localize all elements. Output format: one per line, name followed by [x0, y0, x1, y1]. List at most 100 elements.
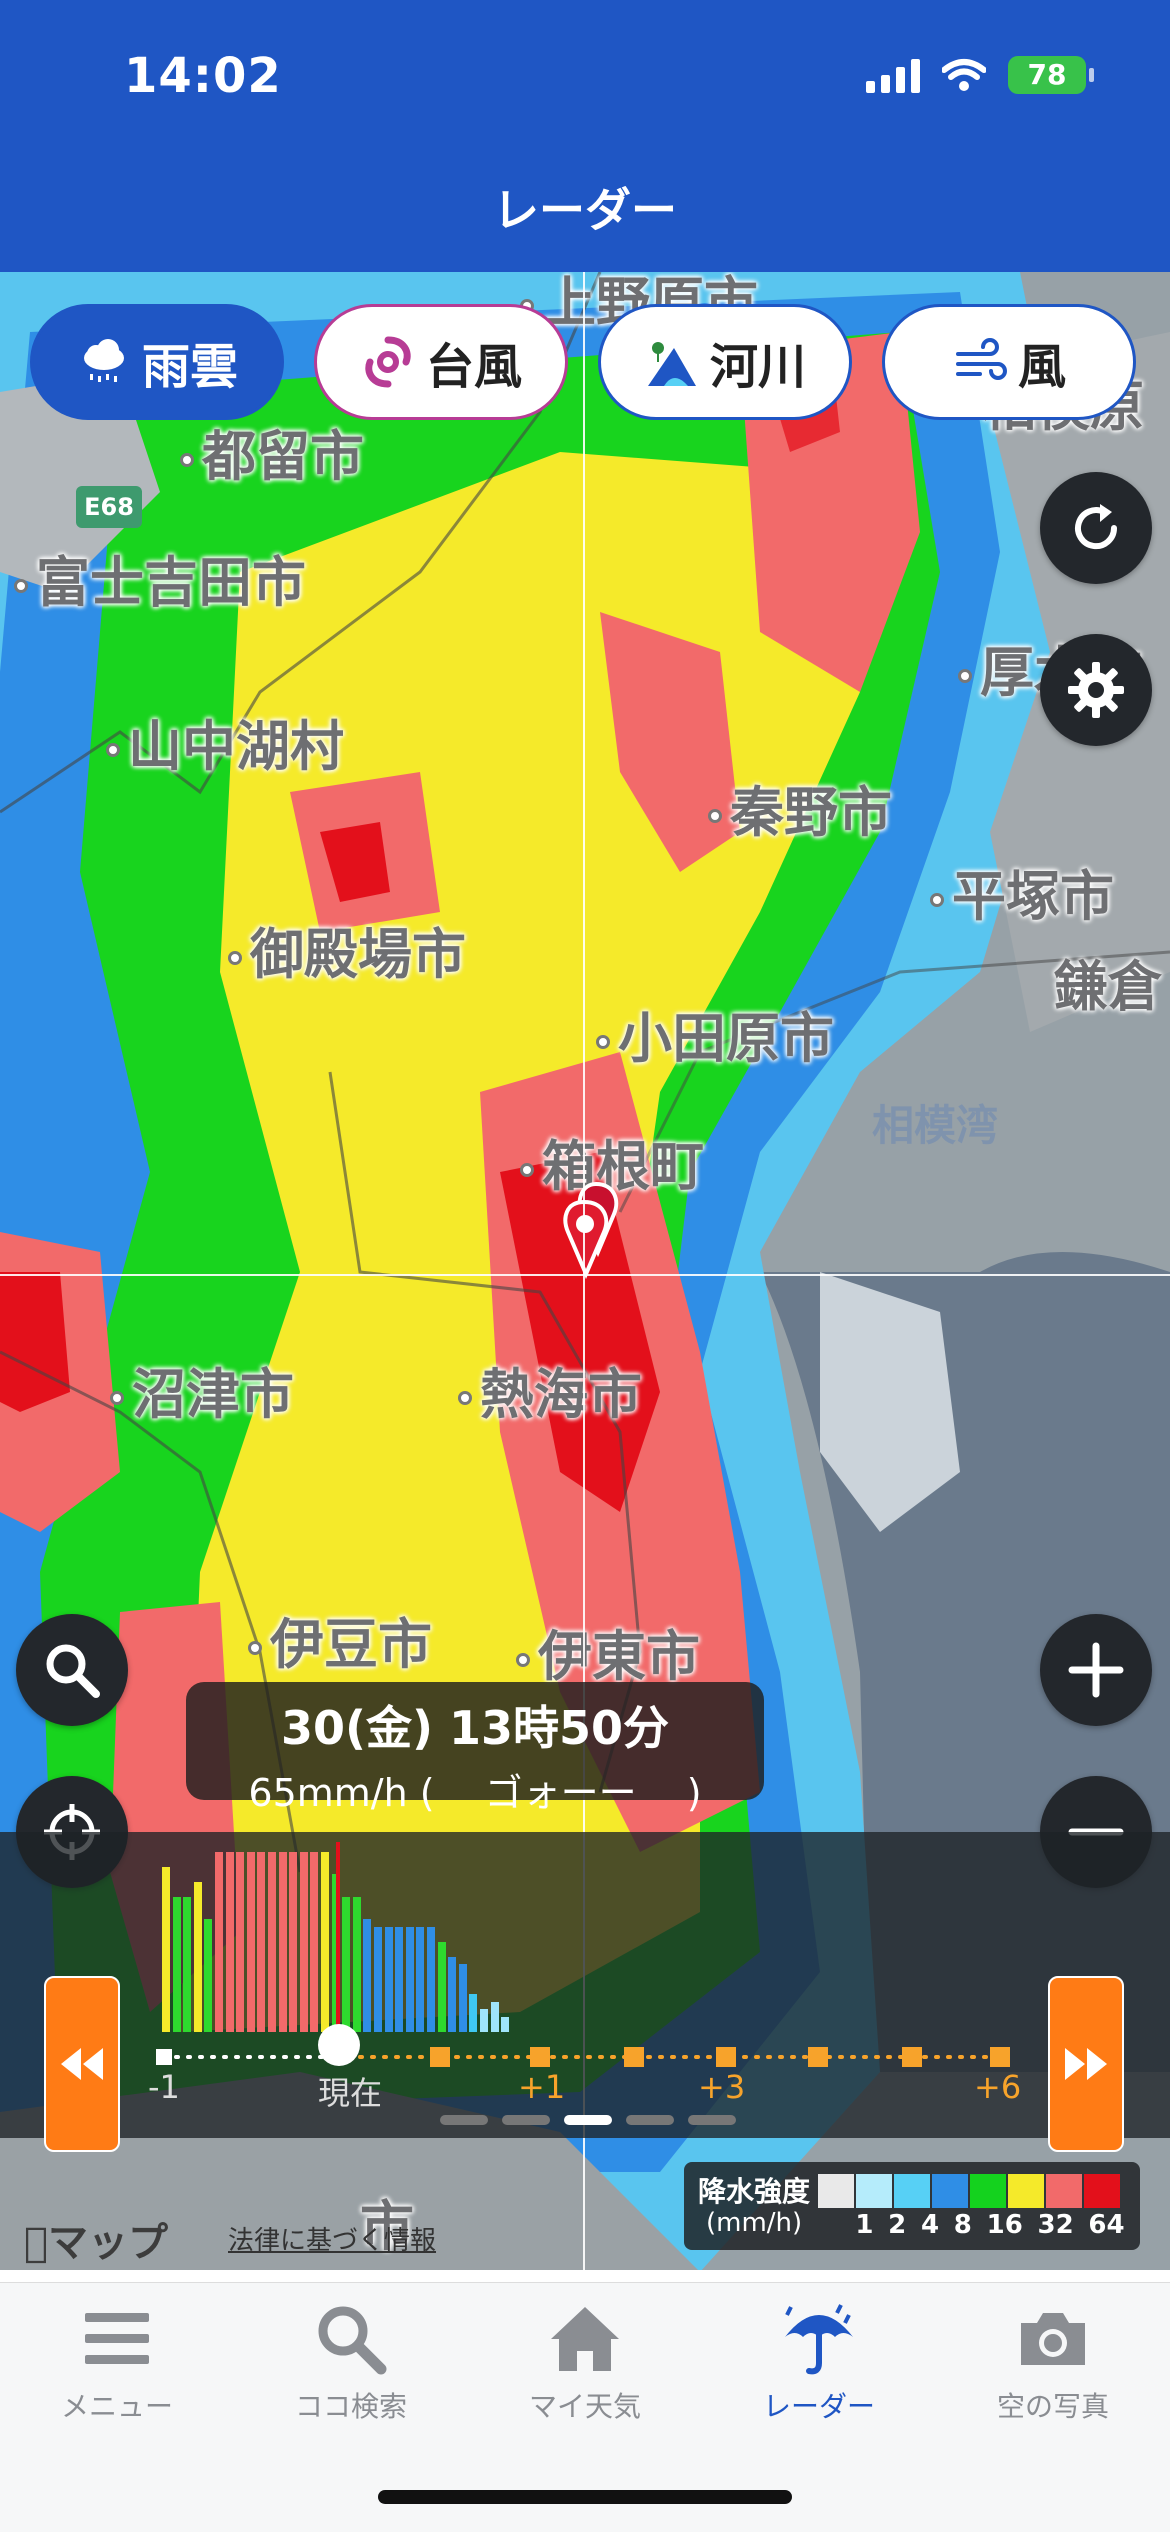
- precip-bar: [310, 1852, 319, 2032]
- skip-back-button[interactable]: [44, 1976, 120, 2152]
- maps-attribution[interactable]: マップ: [24, 2210, 168, 2268]
- legend-swatches: [818, 2174, 1120, 2208]
- legend-swatch: [932, 2174, 968, 2208]
- search-icon: [46, 1644, 100, 1698]
- tick-plus3: +3: [698, 2068, 746, 2106]
- camera-icon: [1021, 2313, 1085, 2365]
- search-icon: [318, 2306, 387, 2375]
- chip-typhoon[interactable]: 台風: [314, 304, 568, 420]
- time-main: 30(金) 13時50分: [280, 1701, 670, 1755]
- precip-bar: [490, 2002, 499, 2032]
- search-map-button[interactable]: [16, 1614, 128, 1726]
- city-label[interactable]: 平塚市: [930, 852, 1114, 931]
- tab-sky-photos[interactable]: 空の写真: [936, 2299, 1170, 2425]
- precip-bar: [321, 1852, 329, 2032]
- settings-button[interactable]: [1040, 634, 1152, 746]
- legend-value: 1: [855, 2210, 874, 2240]
- rain-cloud-icon: [83, 339, 124, 382]
- typhoon-icon: [365, 336, 411, 388]
- city-label[interactable]: 伊豆市: [248, 1600, 432, 1679]
- city-label[interactable]: 山中湖村: [106, 702, 344, 781]
- tab-menu[interactable]: メニュー: [0, 2299, 234, 2425]
- legend-value: 16: [986, 2210, 1023, 2240]
- precip-bar: [437, 1942, 446, 2032]
- city-label[interactable]: 御殿場市: [228, 910, 466, 989]
- legal-link[interactable]: 法律に基づく情報: [228, 2220, 436, 2257]
- precip-bar: [278, 1852, 287, 2032]
- home-icon: [551, 2307, 619, 2371]
- precip-bar: [215, 1852, 223, 2032]
- city-label[interactable]: 都留市: [180, 412, 364, 491]
- signal-icon: [866, 57, 920, 93]
- chip-river[interactable]: 河川: [598, 304, 852, 420]
- tick-minus1: -1: [148, 2068, 180, 2106]
- legend-unit: (mm/h): [706, 2208, 803, 2238]
- precip-bar: [204, 1919, 213, 2032]
- city-label[interactable]: 伊東市: [516, 1612, 700, 1691]
- page-title: レーダー: [493, 183, 677, 237]
- legend-swatch: [1046, 2174, 1082, 2208]
- fast-forward-icon: [1065, 2048, 1107, 2080]
- precip-bar: [384, 1927, 393, 2032]
- rewind-icon: [61, 2048, 103, 2080]
- city-label[interactable]: 富士吉田市: [14, 538, 306, 617]
- timeline-handle[interactable]: [318, 2024, 360, 2066]
- legend-swatch: [1008, 2174, 1044, 2208]
- now-marker: [336, 1842, 340, 2032]
- timeline-page-dots: [440, 2115, 736, 2125]
- precip-bar: [172, 1897, 181, 2032]
- tab-search[interactable]: ココ検索: [234, 2299, 468, 2425]
- timeline-track[interactable]: [150, 2042, 1010, 2072]
- precip-bar: [395, 1927, 404, 2032]
- precip-bar: [469, 1994, 478, 2032]
- legend-value: 64: [1088, 2210, 1125, 2240]
- precipitation-legend: 降水強度 (mm/h) 1 2 4 8 16 32 64: [684, 2162, 1140, 2250]
- precip-bar: [342, 1897, 351, 2032]
- precip-bar: [352, 1897, 361, 2032]
- precip-bar: [246, 1852, 255, 2032]
- legend-swatch: [970, 2174, 1006, 2208]
- precip-bar: [501, 2017, 510, 2032]
- tab-my-weather[interactable]: マイ天気: [468, 2299, 702, 2425]
- precip-bar: [363, 1919, 372, 2032]
- precip-bar: [257, 1852, 266, 2032]
- chip-rain[interactable]: 雨雲: [30, 304, 284, 420]
- city-label[interactable]: 小田原市: [596, 994, 834, 1073]
- river-icon: [647, 342, 696, 386]
- time-label: 30(金) 13時50分 65mm/h ( ゴォーー ): [186, 1682, 764, 1815]
- precip-bar: [225, 1852, 234, 2032]
- timeline-panel: -1 現在 +1 +3 +6: [0, 1832, 1170, 2138]
- zoom-in-button[interactable]: [1040, 1614, 1152, 1726]
- plus-icon: [1068, 1642, 1124, 1698]
- chip-wind[interactable]: 風: [882, 304, 1136, 420]
- gear-icon: [1068, 662, 1124, 718]
- location-pin-icon[interactable]: [554, 1178, 624, 1288]
- precip-bar: [416, 1927, 425, 2032]
- legend-values: 1 2 4 8 16 32 64: [818, 2210, 1132, 2240]
- wifi-icon: [942, 59, 986, 91]
- page-dot[interactable]: [440, 2115, 488, 2125]
- city-label[interactable]: 熱海市: [458, 1350, 642, 1429]
- legend-value: 32: [1037, 2210, 1074, 2240]
- page-dot[interactable]: [688, 2115, 736, 2125]
- precip-bar: [448, 1957, 457, 2032]
- tick-now: 現在: [318, 2074, 383, 2112]
- status-icons: 78: [866, 56, 1094, 94]
- tab-radar[interactable]: レーダー: [702, 2299, 936, 2425]
- refresh-button[interactable]: [1040, 472, 1152, 584]
- legend-swatch: [856, 2174, 892, 2208]
- tick-plus6: +6: [974, 2068, 1022, 2106]
- city-label[interactable]: 沼津市: [110, 1350, 294, 1429]
- page-dot[interactable]: [626, 2115, 674, 2125]
- bay-label: 相模湾: [872, 1101, 999, 1150]
- precip-bar: [162, 1867, 170, 2032]
- page-dot[interactable]: [502, 2115, 550, 2125]
- page-dot[interactable]: [564, 2115, 612, 2125]
- refresh-icon: [1075, 504, 1118, 550]
- precip-bar: [183, 1897, 192, 2032]
- city-label[interactable]: 鎌倉: [1054, 942, 1162, 1021]
- city-label[interactable]: 秦野市: [708, 768, 892, 847]
- skip-forward-button[interactable]: [1048, 1976, 1124, 2152]
- tick-plus1: +1: [518, 2068, 566, 2106]
- legend-value: 2: [888, 2210, 907, 2240]
